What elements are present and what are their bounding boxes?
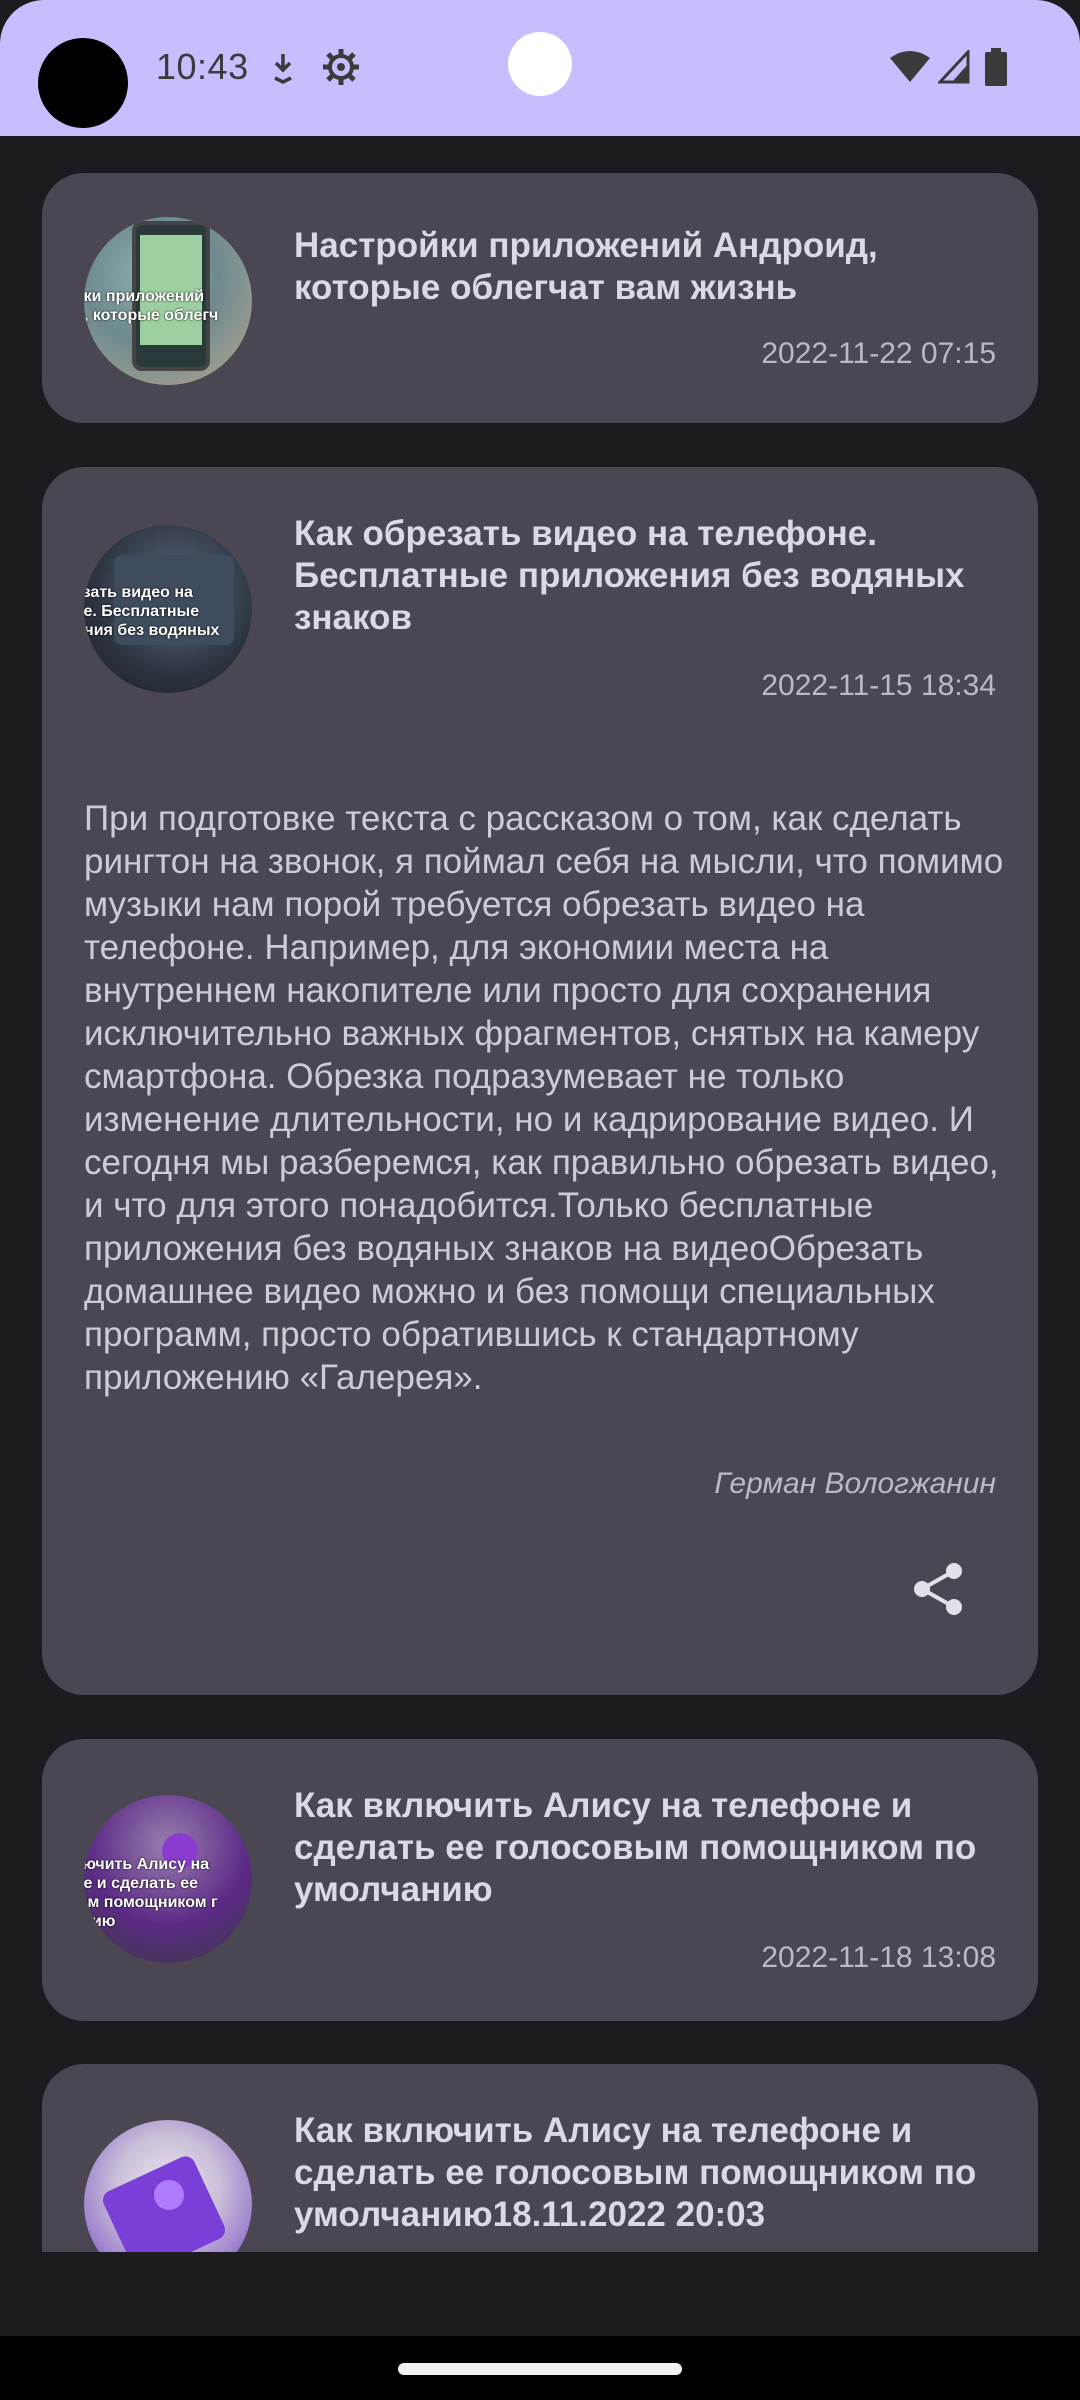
share-icon[interactable] xyxy=(910,1561,966,1617)
article-body: При подготовке текста с рассказом о том,… xyxy=(84,799,1004,1397)
article-card[interactable]: ключить Алису на оне и сделать ее вым по… xyxy=(42,1739,1038,2021)
signal-icon xyxy=(938,50,970,84)
settings-gear-icon xyxy=(323,49,359,85)
front-sensor xyxy=(508,32,572,96)
article-date: 2022-11-22 07:15 xyxy=(761,337,996,370)
article-title: Как включить Алису на телефоне и сделать… xyxy=(294,2111,977,2234)
article-thumbnail: ключить Алису на оне и сделать ее вым по… xyxy=(84,1795,252,1963)
article-date: 2022-11-18 13:08 xyxy=(761,1941,996,1974)
camera-cutout xyxy=(38,38,128,128)
article-card[interactable]: Как включить Алису на телефоне и сделать… xyxy=(42,2064,1038,2252)
article-thumbnail xyxy=(84,2120,252,2252)
article-thumbnail: ойки приложений ид, которые облегч знь xyxy=(84,217,252,385)
article-card-expanded[interactable]: резать видео на оне. Бесплатные жения бе… xyxy=(42,467,1038,1695)
home-gesture-handle[interactable] xyxy=(398,2363,682,2375)
wifi-icon xyxy=(890,51,930,82)
article-list[interactable]: ойки приложений ид, которые облегч знь Н… xyxy=(0,136,1080,2252)
article-title: Как обрезать видео на телефоне. Бесплатн… xyxy=(294,514,965,637)
article-author: Герман Вологжанин xyxy=(714,1467,996,1500)
article-title: Настройки приложений Андроид, которые об… xyxy=(294,226,878,307)
thumbnail-caption: резать видео на оне. Бесплатные жения бе… xyxy=(84,584,220,639)
status-time: 10:43 xyxy=(156,46,249,87)
article-card[interactable]: ойки приложений ид, которые облегч знь Н… xyxy=(42,173,1038,423)
article-title: Как включить Алису на телефоне и сделать… xyxy=(294,1786,977,1909)
article-thumbnail: резать видео на оне. Бесплатные жения бе… xyxy=(84,525,252,693)
status-bar: 10:43 xyxy=(0,0,1080,136)
thumbnail-caption: ключить Алису на оне и сделать ее вым по… xyxy=(84,1856,218,1930)
battery-icon xyxy=(985,48,1007,86)
thumbnail-caption: ойки приложений ид, которые облегч знь xyxy=(84,288,219,343)
article-date: 2022-11-15 18:34 xyxy=(761,669,996,702)
download-icon xyxy=(274,54,292,84)
